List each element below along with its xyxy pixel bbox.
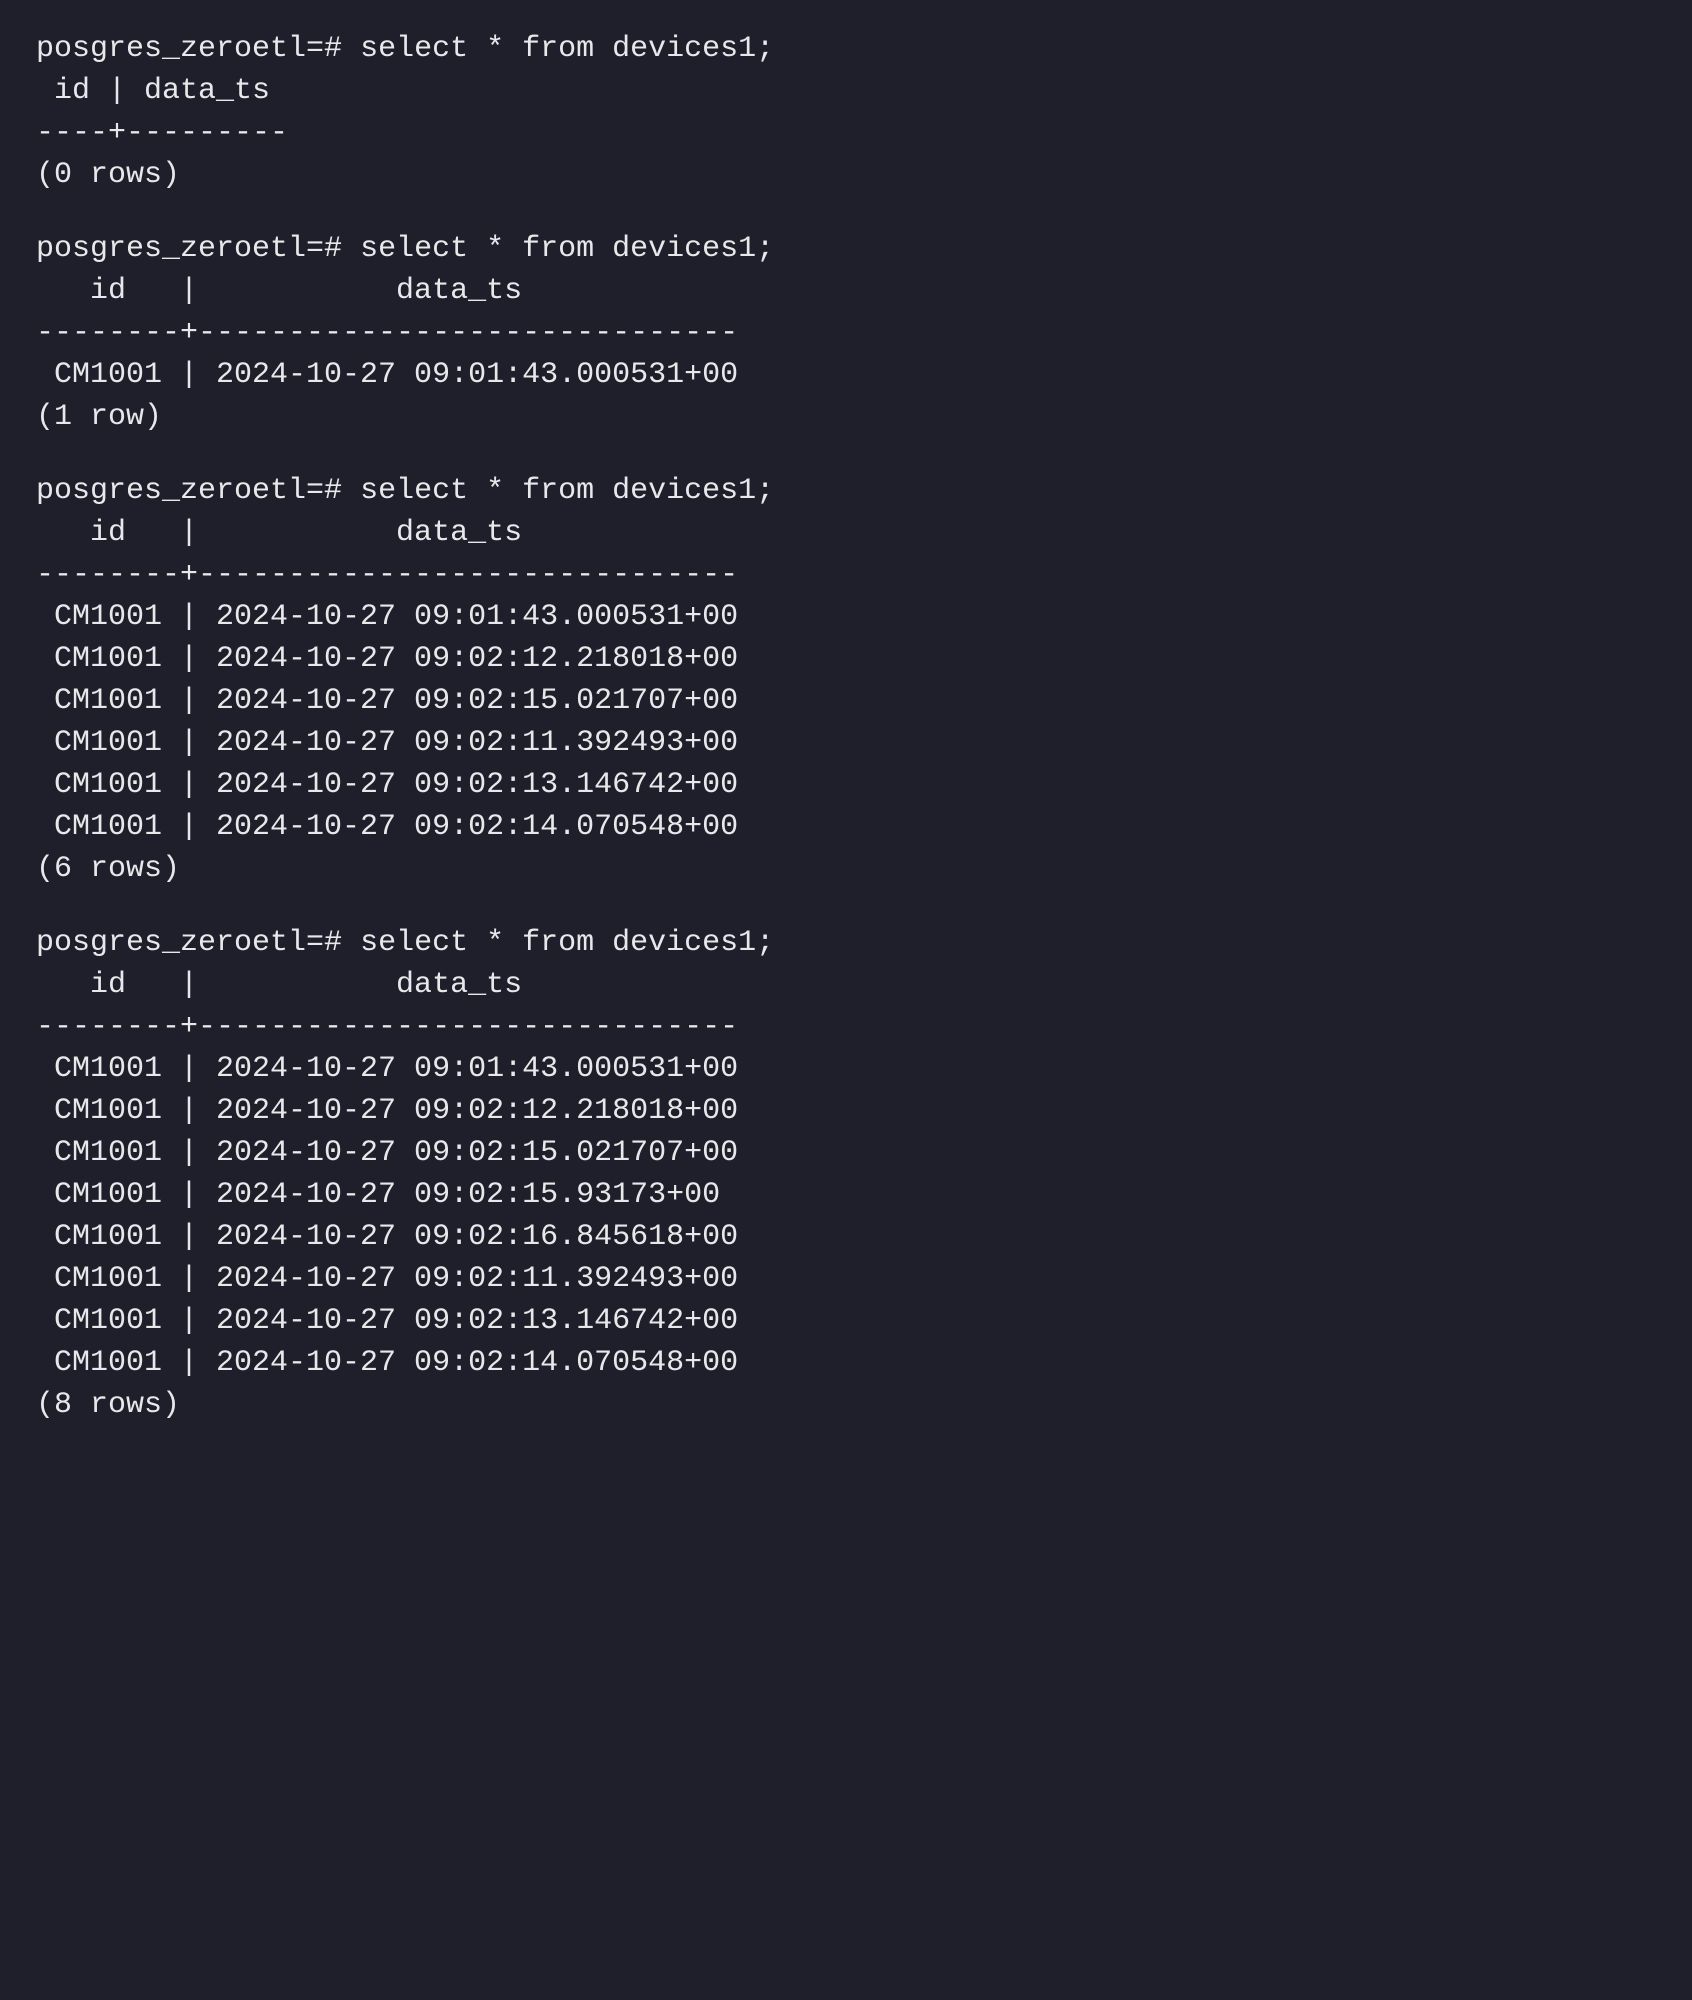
sql-prompt: posgres_zeroetl=# (36, 232, 342, 266)
result-row: CM1001 | 2024-10-27 09:01:43.000531+00 (36, 596, 1656, 638)
result-divider: --------+------------------------------ (36, 554, 1656, 596)
terminal-output: posgres_zeroetl=# select * from devices1… (0, 0, 1692, 1486)
result-row: CM1001 | 2024-10-27 09:02:15.93173+00 (36, 1174, 1656, 1216)
result-row: CM1001 | 2024-10-27 09:02:14.070548+00 (36, 806, 1656, 848)
sql-prompt: posgres_zeroetl=# (36, 926, 342, 960)
result-row: CM1001 | 2024-10-27 09:02:14.070548+00 (36, 1342, 1656, 1384)
result-rowcount: (0 rows) (36, 154, 1656, 196)
result-divider: --------+------------------------------ (36, 312, 1656, 354)
query-block: posgres_zeroetl=# select * from devices1… (36, 228, 1656, 438)
result-divider: ----+--------- (36, 112, 1656, 154)
sql-command: select * from devices1; (342, 474, 774, 508)
result-row: CM1001 | 2024-10-27 09:02:15.021707+00 (36, 680, 1656, 722)
sql-command: select * from devices1; (342, 32, 774, 66)
result-rowcount: (1 row) (36, 396, 1656, 438)
result-rowcount: (8 rows) (36, 1384, 1656, 1426)
result-header: id | data_ts (36, 964, 1656, 1006)
result-row: CM1001 | 2024-10-27 09:01:43.000531+00 (36, 1048, 1656, 1090)
sql-command: select * from devices1; (342, 926, 774, 960)
result-row: CM1001 | 2024-10-27 09:02:12.218018+00 (36, 638, 1656, 680)
result-row: CM1001 | 2024-10-27 09:02:11.392493+00 (36, 722, 1656, 764)
result-header: id | data_ts (36, 70, 1656, 112)
result-row: CM1001 | 2024-10-27 09:02:15.021707+00 (36, 1132, 1656, 1174)
result-row: CM1001 | 2024-10-27 09:02:16.845618+00 (36, 1216, 1656, 1258)
result-divider: --------+------------------------------ (36, 1006, 1656, 1048)
query-block: posgres_zeroetl=# select * from devices1… (36, 922, 1656, 1426)
sql-command: select * from devices1; (342, 232, 774, 266)
result-row: CM1001 | 2024-10-27 09:02:13.146742+00 (36, 1300, 1656, 1342)
result-row: CM1001 | 2024-10-27 09:02:13.146742+00 (36, 764, 1656, 806)
prompt-line: posgres_zeroetl=# select * from devices1… (36, 228, 1656, 270)
result-row: CM1001 | 2024-10-27 09:01:43.000531+00 (36, 354, 1656, 396)
result-row: CM1001 | 2024-10-27 09:02:12.218018+00 (36, 1090, 1656, 1132)
sql-prompt: posgres_zeroetl=# (36, 32, 342, 66)
result-rowcount: (6 rows) (36, 848, 1656, 890)
result-row: CM1001 | 2024-10-27 09:02:11.392493+00 (36, 1258, 1656, 1300)
query-block: posgres_zeroetl=# select * from devices1… (36, 470, 1656, 890)
prompt-line: posgres_zeroetl=# select * from devices1… (36, 28, 1656, 70)
prompt-line: posgres_zeroetl=# select * from devices1… (36, 922, 1656, 964)
prompt-line: posgres_zeroetl=# select * from devices1… (36, 470, 1656, 512)
result-header: id | data_ts (36, 270, 1656, 312)
sql-prompt: posgres_zeroetl=# (36, 474, 342, 508)
result-header: id | data_ts (36, 512, 1656, 554)
query-block: posgres_zeroetl=# select * from devices1… (36, 28, 1656, 196)
